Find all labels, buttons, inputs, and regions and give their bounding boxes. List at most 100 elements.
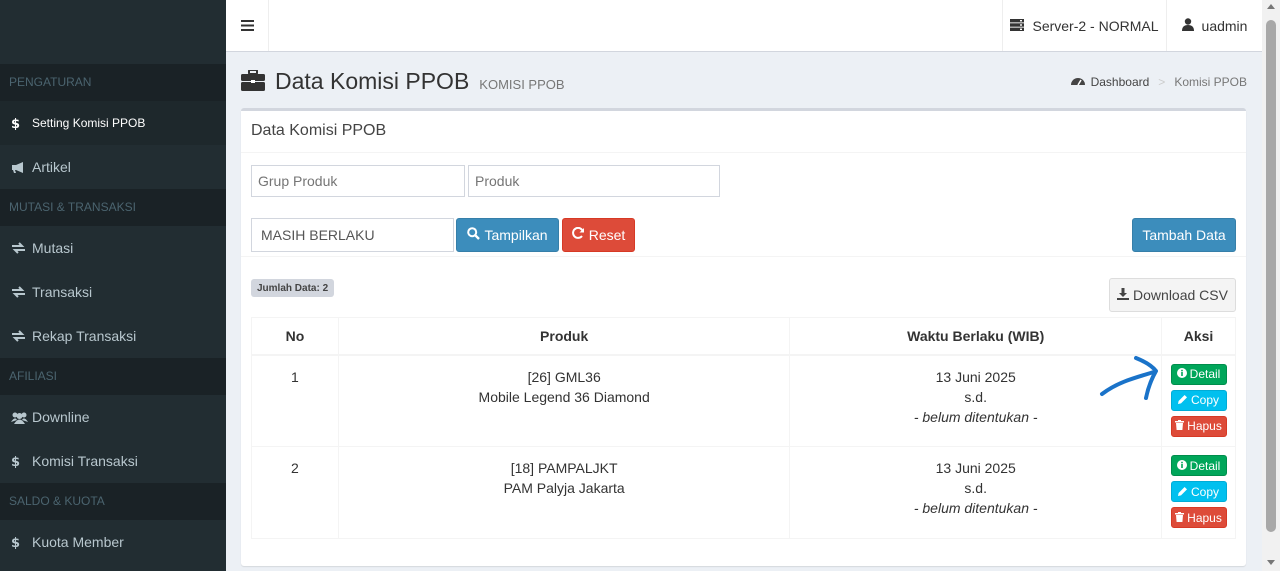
page-scrollbar[interactable]	[1262, 0, 1280, 571]
trash-icon	[1175, 416, 1185, 436]
sidebar-logo-area	[0, 0, 226, 64]
waktu-start: 13 Juni 2025	[935, 460, 1016, 476]
dollar-icon: $	[11, 116, 32, 130]
server-status[interactable]: Server-2 - NORMAL	[1002, 0, 1166, 51]
users-icon	[11, 411, 32, 424]
detail-button[interactable]: Detail	[1170, 455, 1227, 476]
sidebar-item-label: Transaksi	[32, 284, 93, 300]
user-menu[interactable]: uadmin	[1166, 0, 1262, 51]
svg-text:$: $	[11, 455, 20, 468]
copy-button[interactable]: Copy	[1170, 389, 1227, 411]
hapus-label: Hapus	[1187, 419, 1222, 433]
tampilkan-label: Tampilkan	[484, 227, 548, 243]
sidebar-item-artikel[interactable]: Artikel	[0, 145, 226, 189]
sidebar-item-kuota-member[interactable]: $ Kuota Member	[0, 520, 226, 564]
cell-aksi: Detail Copy Hapus	[1161, 446, 1236, 539]
sidebar-item-downline[interactable]: Downline	[0, 395, 226, 439]
breadcrumb-separator: >	[1158, 75, 1166, 89]
scrollbar-thumb[interactable]	[1266, 20, 1276, 532]
briefcase-icon	[241, 68, 265, 94]
sidebar-item-rekap-transaksi[interactable]: Rekap Transaksi	[0, 314, 226, 358]
detail-button[interactable]: Detail	[1170, 363, 1227, 385]
produk-code: [26] GML36	[527, 368, 601, 385]
info-circle-icon	[1176, 364, 1187, 384]
dollar-icon: $	[11, 454, 32, 468]
sidebar-item-transaksi[interactable]: Transaksi	[0, 270, 226, 314]
hapus-label: Hapus	[1187, 510, 1222, 525]
waktu-end: - belum ditentukan -	[913, 500, 1038, 516]
column-header-aksi: Aksi	[1161, 317, 1236, 356]
box-title: Data Komisi PPOB	[251, 122, 387, 139]
breadcrumb-current: Komisi PPOB	[1174, 75, 1247, 89]
scroll-down-arrow-icon[interactable]	[1267, 560, 1275, 565]
breadcrumb: Dashboard > Komisi PPOB	[1070, 75, 1247, 89]
sidebar-header-pengaturan: PENGATURAN	[0, 64, 226, 101]
breadcrumb-home-link[interactable]: Dashboard	[1091, 75, 1150, 89]
user-name: uadmin	[1201, 17, 1248, 34]
dashboard-icon	[1070, 75, 1085, 89]
komisi-table: No Produk Waktu Berlaku (WIB) Aksi 1 [26…	[251, 317, 1236, 539]
filter-divider	[241, 256, 1246, 257]
dollar-icon: $	[11, 535, 32, 549]
sidebar-toggle-button[interactable]	[226, 0, 269, 51]
table-header-row: No Produk Waktu Berlaku (WIB) Aksi	[251, 317, 1236, 356]
sidebar-item-label: Komisi Transaksi	[32, 453, 138, 469]
bullhorn-icon	[11, 161, 32, 174]
hapus-button[interactable]: Hapus	[1170, 415, 1227, 437]
sidebar: PENGATURAN $ Setting Komisi PPOB Artikel…	[0, 0, 226, 571]
top-navbar: Server-2 - NORMAL uadmin	[226, 0, 1262, 52]
sidebar-item-setting-komisi-ppob[interactable]: $ Setting Komisi PPOB	[0, 101, 226, 145]
server-label: Server-2 - NORMAL	[1032, 17, 1159, 34]
waktu-end: - belum ditentukan -	[913, 408, 1038, 425]
annotation-arrow-icon	[1096, 352, 1160, 405]
refresh-icon	[571, 226, 585, 243]
tambah-data-button[interactable]: Tambah Data	[1132, 218, 1236, 252]
download-csv-button[interactable]: Download CSV	[1109, 278, 1236, 312]
tambah-data-label: Tambah Data	[1142, 227, 1226, 243]
detail-label: Detail	[1189, 367, 1221, 381]
sidebar-item-label: Setting Komisi PPOB	[32, 116, 146, 130]
hapus-button[interactable]: Hapus	[1170, 507, 1227, 528]
produk-input[interactable]	[468, 165, 720, 197]
download-csv-label: Download CSV	[1133, 287, 1228, 303]
svg-text:$: $	[11, 536, 20, 549]
server-icon	[1010, 18, 1025, 34]
column-header-no: No	[251, 317, 339, 356]
table-row: 2 [18] PAMPALJKT PAM Palyja Jakarta 13 J…	[251, 446, 1236, 539]
cell-no: 1	[251, 354, 339, 447]
tampilkan-button[interactable]: Tampilkan	[456, 218, 559, 252]
column-header-waktu-berlaku: Waktu Berlaku (WIB)	[789, 317, 1162, 356]
box-header-divider	[241, 152, 1246, 153]
reset-button[interactable]: Reset	[562, 218, 635, 252]
page-title-group: Data Komisi PPOB KOMISI PPOB	[241, 68, 565, 95]
pencil-icon	[1177, 390, 1188, 410]
copy-label: Copy	[1190, 393, 1219, 407]
sidebar-item-label: Downline	[32, 409, 90, 425]
info-circle-icon	[1176, 456, 1187, 476]
produk-code: [18] PAMPALJKT	[510, 460, 618, 476]
copy-button[interactable]: Copy	[1170, 481, 1227, 502]
sidebar-item-komisi-transaksi[interactable]: $ Komisi Transaksi	[0, 439, 226, 483]
user-icon	[1181, 17, 1194, 34]
sidebar-header-saldo-kuota: SALDO & KUOTA	[0, 483, 226, 520]
sidebar-item-label: Artikel	[32, 159, 71, 175]
cell-no: 2	[251, 446, 339, 539]
cell-produk: [18] PAMPALJKT PAM Palyja Jakarta	[337, 446, 791, 539]
sidebar-item-mutasi[interactable]: Mutasi	[0, 226, 226, 270]
grup-produk-input[interactable]	[251, 165, 465, 197]
content-header: Data Komisi PPOB KOMISI PPOB Dashboard >…	[241, 62, 1247, 102]
produk-name: Mobile Legend 36 Diamond	[478, 388, 650, 405]
exchange-icon	[11, 330, 32, 342]
waktu-sd: s.d.	[964, 480, 987, 496]
cell-waktu: 13 Juni 2025 s.d. - belum ditentukan -	[789, 446, 1162, 539]
main-box: Data Komisi PPOB MASIH BERLAKU Tampilkan…	[241, 108, 1246, 566]
status-select[interactable]: MASIH BERLAKU	[251, 218, 454, 252]
reset-label: Reset	[588, 227, 626, 243]
exchange-icon	[11, 286, 32, 298]
column-header-produk: Produk	[337, 317, 791, 356]
sidebar-item-label: Rekap Transaksi	[32, 328, 137, 344]
page-subtitle: KOMISI PPOB	[479, 77, 565, 92]
cell-produk: [26] GML36 Mobile Legend 36 Diamond	[337, 354, 791, 447]
cell-aksi: Detail Copy Hapus	[1161, 354, 1236, 447]
scroll-up-arrow-icon[interactable]	[1267, 4, 1275, 9]
